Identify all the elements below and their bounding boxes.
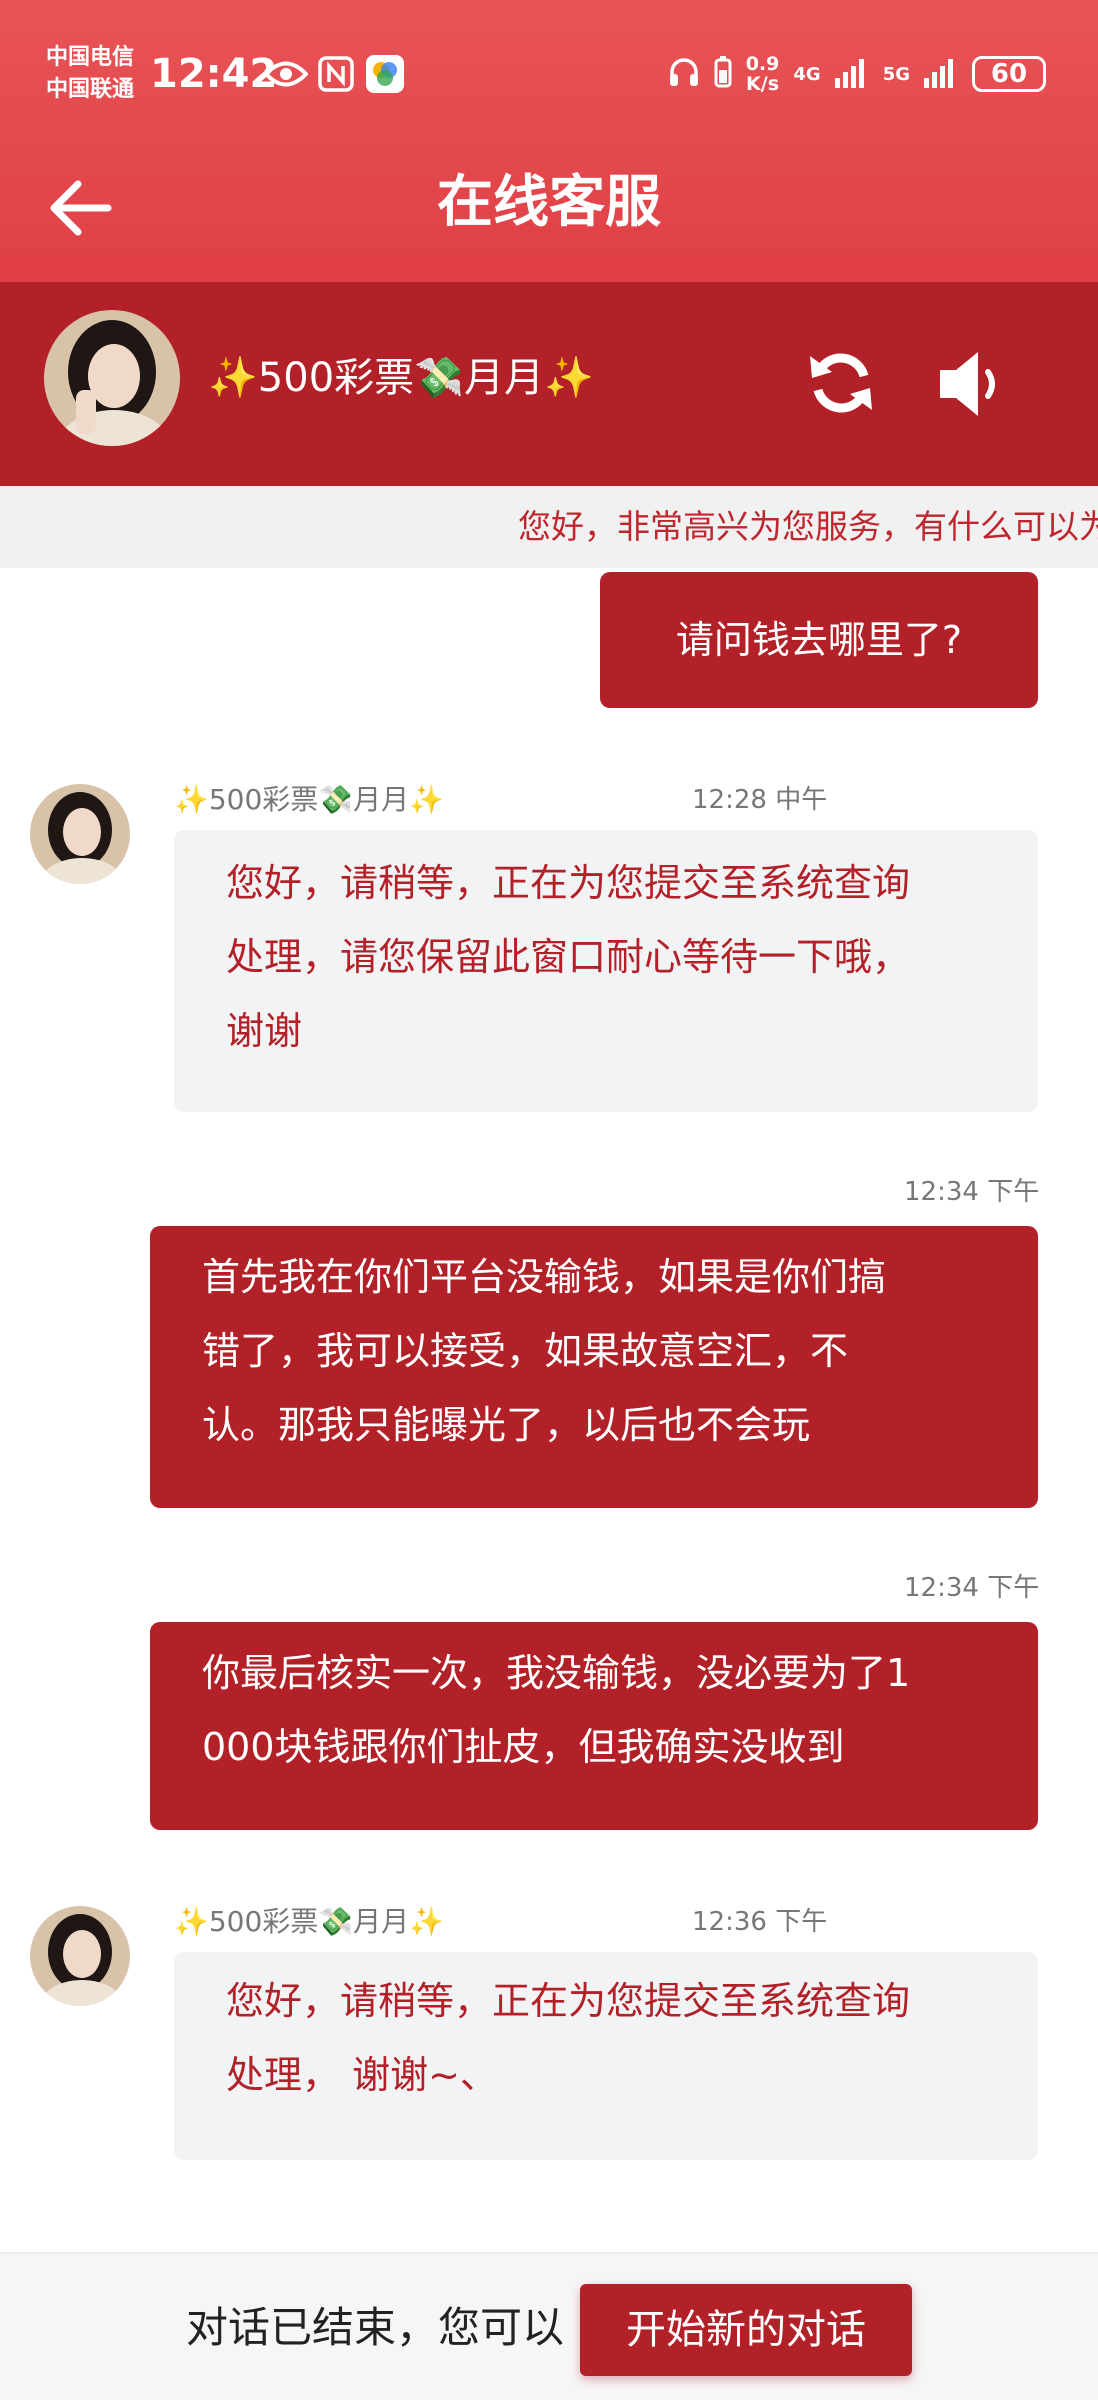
headphones-icon	[668, 57, 700, 92]
message-line: 谢谢	[226, 1009, 303, 1053]
marquee-text: 您好，非常高兴为您服务，有什么可以为	[518, 507, 1098, 546]
message-line: 您好，请稍等，正在为您提交至系统查询	[226, 1979, 911, 2023]
page-title: 在线客服	[437, 170, 661, 235]
net-type-2: 5G	[882, 63, 910, 85]
chat-area[interactable]: 请问钱去哪里了? ✨500彩票💸月月✨ 12:28 中午 您好，请稍等，正在为您…	[0, 568, 1098, 2252]
message-text: 请问钱去哪里了?	[675, 618, 963, 662]
agent-avatar-small	[30, 1906, 130, 2006]
signal-icon	[924, 56, 958, 93]
message-bubble-outgoing: 请问钱去哪里了?	[600, 572, 1038, 708]
message-bubble-incoming: 您好，请稍等，正在为您提交至系统查询 处理，请您保留此窗口耐心等待一下哦， 谢谢	[174, 830, 1038, 1112]
agent-avatar	[44, 310, 180, 446]
status-bar: 中国电信 中国联通 12:42 0.9 K/s 4G 5G 60	[0, 0, 1098, 150]
message-time: 12:34 下午	[904, 1177, 1040, 1207]
refresh-button[interactable]	[806, 348, 876, 418]
network-speed: 0.9 K/s	[746, 54, 780, 94]
message-line: 处理，请您保留此窗口耐心等待一下哦，	[226, 935, 911, 979]
nfc-icon	[318, 56, 354, 92]
message-line: 错了，我可以接受，如果故意空汇，不	[202, 1329, 849, 1373]
net-type-1: 4G	[793, 63, 821, 85]
carrier-1: 中国电信	[46, 45, 135, 70]
refresh-icon	[810, 353, 872, 413]
carrier-2: 中国联通	[46, 77, 135, 102]
agent-name: ✨500彩票💸月月✨	[208, 355, 594, 401]
chat-ended-text: 对话已结束，您可以	[186, 2303, 565, 2352]
status-right: 0.9 K/s 4G 5G 60	[668, 50, 1046, 98]
message-bubble-outgoing: 你最后核实一次，我没输钱，没必要为了1 000块钱跟你们扯皮，但我确实没收到	[150, 1622, 1038, 1830]
message-line: 000块钱跟你们扯皮，但我确实没收到	[202, 1725, 845, 1769]
battery-level: 60	[990, 59, 1028, 89]
message-line: 处理， 谢谢~、	[226, 2053, 498, 2097]
chat-footer: 对话已结束，您可以 开始新的对话	[0, 2252, 1098, 2400]
speed-value: 0.9	[745, 53, 780, 75]
message-bubble-incoming: 您好，请稍等，正在为您提交至系统查询 处理， 谢谢~、	[174, 1952, 1038, 2160]
app-icon	[366, 55, 404, 93]
message-time: 12:36 下午	[692, 1907, 828, 1937]
message-bubble-outgoing: 首先我在你们平台没输钱，如果是你们搞 错了，我可以接受，如果故意空汇，不 认。那…	[150, 1226, 1038, 1508]
message-line: 您好，请稍等，正在为您提交至系统查询	[226, 861, 911, 905]
battery-small-icon	[714, 55, 732, 93]
app-header: 中国电信 中国联通 12:42 0.9 K/s 4G 5G 60 在线客服	[0, 0, 1098, 282]
battery-indicator: 60	[972, 56, 1046, 92]
message-line: 首先我在你们平台没输钱，如果是你们搞	[202, 1255, 887, 1299]
message-line: 你最后核实一次，我没输钱，没必要为了1	[202, 1651, 911, 1695]
notice-marquee: 您好，非常高兴为您服务，有什么可以为	[0, 486, 1098, 568]
message-time: 12:28 中午	[692, 785, 828, 815]
eye-icon	[264, 56, 308, 92]
signal-icon	[834, 56, 869, 93]
agent-avatar-small	[30, 784, 130, 884]
carriers: 中国电信 中国联通	[46, 42, 134, 106]
volume-button[interactable]	[934, 346, 1010, 422]
status-time: 12:42	[150, 51, 278, 97]
sender-name: ✨500彩票💸月月✨	[174, 1905, 445, 1938]
sender-name: ✨500彩票💸月月✨	[174, 783, 445, 816]
new-chat-button[interactable]: 开始新的对话	[580, 2284, 912, 2376]
message-time: 12:34 下午	[904, 1573, 1040, 1603]
agent-bar: ✨500彩票💸月月✨	[0, 282, 1098, 486]
speed-unit: K/s	[746, 73, 780, 95]
message-line: 认。那我只能曝光了，以后也不会玩	[202, 1403, 811, 1447]
volume-icon	[940, 352, 995, 416]
